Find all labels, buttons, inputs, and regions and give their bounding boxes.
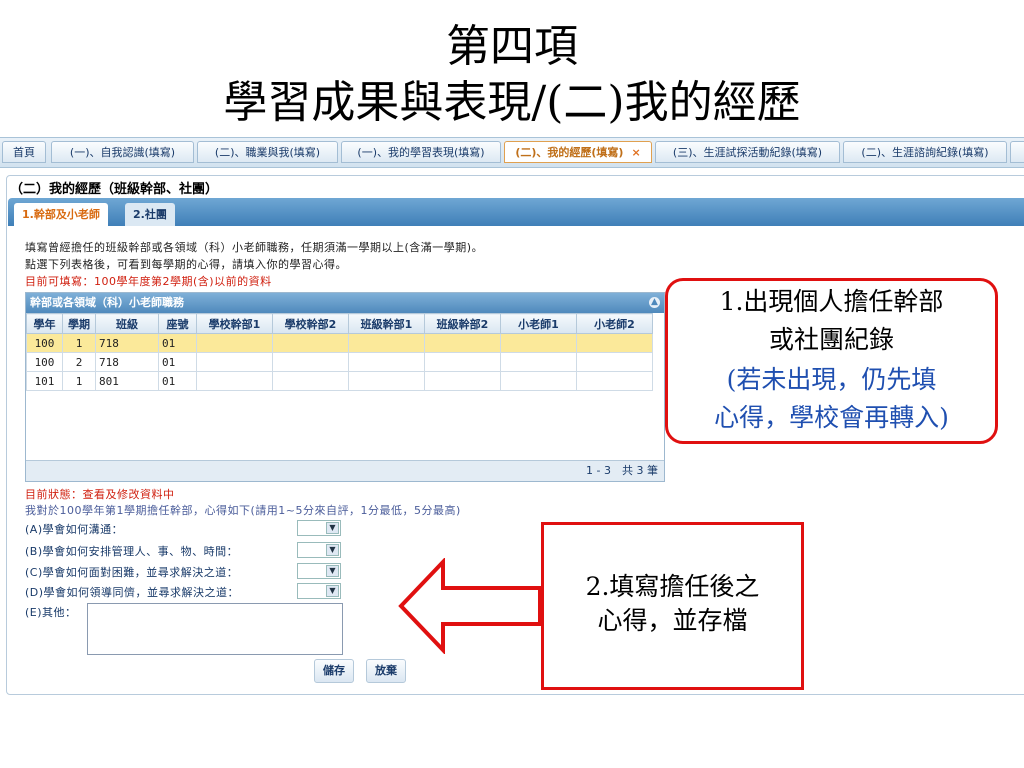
- tab-career-exploration[interactable]: (三)、生涯試探活動紀錄(填寫): [655, 141, 840, 163]
- callout-fill-save: 2.填寫擔任後之 心得，並存檔: [541, 522, 804, 690]
- cell: [424, 352, 501, 372]
- col-header[interactable]: 學期: [62, 313, 96, 334]
- save-button[interactable]: 儲存: [314, 659, 354, 683]
- cell: [424, 371, 501, 391]
- question-d-select[interactable]: ▼: [297, 583, 341, 599]
- cell: [576, 371, 653, 391]
- grid-caption-text: 幹部或各領域（科）小老師職務: [30, 296, 184, 309]
- form-intro: 我對於100學年第1學期擔任幹部，心得如下(請用1~5分來自評，1分最低，5分最…: [25, 504, 461, 517]
- question-d-label: (D)學會如何領導同儕，並尋求解決之道：: [25, 586, 240, 599]
- slide-title-line2: 學習成果與表現/(二)我的經歷: [223, 77, 801, 128]
- cell: 1: [62, 333, 96, 353]
- cell: [348, 352, 425, 372]
- question-b-select[interactable]: ▼: [297, 542, 341, 558]
- question-b-label: (B)學會如何安排管理人、事、物、時間：: [25, 545, 239, 558]
- other-label: (E)其他：: [25, 606, 77, 619]
- cell: [576, 352, 653, 372]
- col-header[interactable]: 學校幹部1: [196, 313, 273, 334]
- callout2-line1: 2.填寫擔任後之: [585, 572, 760, 601]
- cell: [348, 371, 425, 391]
- col-header[interactable]: 學校幹部2: [272, 313, 349, 334]
- cell: 2: [62, 352, 96, 372]
- cell: 101: [26, 371, 63, 391]
- section-title: （二）我的經歷（班級幹部、社團）: [10, 182, 219, 197]
- cell: [272, 371, 349, 391]
- cell: [196, 352, 273, 372]
- tab-my-experience[interactable]: (二)、我的經歷(填寫) ×: [504, 141, 652, 163]
- instruction-line1: 填寫曾經擔任的班級幹部或各領域（科）小老師職務，任期須滿一學期以上(含滿一學期)…: [25, 241, 484, 254]
- col-header[interactable]: 小老師1: [500, 313, 577, 334]
- tab-career-and-me[interactable]: (二)、職業與我(填寫): [197, 141, 338, 163]
- pager-text: 1 - 3 共 3 筆: [586, 464, 658, 477]
- chevron-down-icon[interactable]: ▼: [326, 544, 339, 556]
- col-header[interactable]: 學年: [26, 313, 63, 334]
- collapse-icon[interactable]: ▲: [649, 297, 660, 308]
- callout1-line3: (若未出現，仍先填: [726, 365, 937, 394]
- chevron-down-icon[interactable]: ▼: [326, 585, 339, 597]
- cell: [424, 333, 501, 353]
- question-c-label: (C)學會如何面對困難，並尋求解決之道：: [25, 566, 239, 579]
- cell: 801: [95, 371, 159, 391]
- question-c-select[interactable]: ▼: [297, 563, 341, 579]
- cell: [500, 333, 577, 353]
- slide-title-line1: 第四項: [446, 21, 578, 72]
- cell: [576, 333, 653, 353]
- grid-caption: 幹部或各領域（科）小老師職務 ▲: [26, 293, 664, 313]
- cadre-grid: 幹部或各領域（科）小老師職務 ▲ 學年 學期 班級 座號 學校幹部1 學校幹部2…: [25, 292, 665, 482]
- callout-record: 1.出現個人擔任幹部 或社團紀錄 (若未出現，仍先填 心得，學校會再轉入): [665, 278, 998, 444]
- grid-pager: 1 - 3 共 3 筆: [26, 460, 664, 481]
- col-header[interactable]: 小老師2: [576, 313, 653, 334]
- cell: 718: [95, 333, 159, 353]
- chevron-down-icon[interactable]: ▼: [326, 565, 339, 577]
- subtab-cadre[interactable]: 1.幹部及小老師: [14, 203, 108, 226]
- tab-home[interactable]: 首頁: [2, 141, 46, 163]
- col-header[interactable]: 班級幹部2: [424, 313, 501, 334]
- question-a-label: (A)學會如何溝通：: [25, 523, 124, 536]
- table-row[interactable]: 101 1 801 01: [26, 371, 653, 391]
- grid-header-row: 學年 學期 班級 座號 學校幹部1 學校幹部2 班級幹部1 班級幹部2 小老師1…: [26, 313, 653, 334]
- chevron-down-icon[interactable]: ▼: [326, 522, 339, 534]
- cell: [500, 352, 577, 372]
- cell: 1: [62, 371, 96, 391]
- cell: [196, 371, 273, 391]
- tab-career-counseling[interactable]: (二)、生涯諮詢紀錄(填寫): [843, 141, 1007, 163]
- cell: [272, 333, 349, 353]
- cell: [500, 371, 577, 391]
- callout2-line2: 心得，並存檔: [597, 606, 748, 635]
- table-row[interactable]: 100 1 718 01: [26, 333, 653, 353]
- subtab-club[interactable]: 2.社團: [125, 203, 175, 226]
- cell: 100: [26, 333, 63, 353]
- callout1-line1: 1.出現個人擔任幹部: [719, 287, 944, 316]
- callout1-line2: 或社團紀錄: [768, 325, 894, 354]
- instruction-line3: 目前可填寫：100學年度第2學期(含)以前的資料: [25, 275, 272, 288]
- cell: [348, 333, 425, 353]
- tab-learning-performance[interactable]: (一)、我的學習表現(填寫): [341, 141, 501, 163]
- other-textarea[interactable]: [87, 603, 343, 655]
- callout1-line4: 心得，學校會再轉入): [714, 403, 949, 432]
- close-icon[interactable]: ×: [631, 146, 640, 159]
- cell: 01: [158, 333, 197, 353]
- cancel-button[interactable]: 放棄: [366, 659, 406, 683]
- table-row[interactable]: 100 2 718 01: [26, 352, 653, 372]
- col-header[interactable]: 班級幹部1: [348, 313, 425, 334]
- col-header[interactable]: 座號: [158, 313, 197, 334]
- subtab-bar: 1.幹部及小老師 2.社團: [8, 198, 1024, 226]
- tab-overflow[interactable]: [1010, 141, 1024, 163]
- left-arrow-icon: [398, 558, 542, 654]
- cell: 01: [158, 352, 197, 372]
- grid-table: 學年 學期 班級 座號 學校幹部1 學校幹部2 班級幹部1 班級幹部2 小老師1…: [26, 313, 653, 391]
- tab-my-experience-label: (二)、我的經歷(填寫): [515, 146, 624, 159]
- cell: [196, 333, 273, 353]
- col-header[interactable]: 班級: [95, 313, 159, 334]
- cell: 718: [95, 352, 159, 372]
- status-text: 目前狀態：查看及修改資料中: [25, 488, 175, 501]
- tab-bar: 首頁 (一)、自我認識(填寫) (二)、職業與我(填寫) (一)、我的學習表現(…: [0, 137, 1024, 168]
- cell: 01: [158, 371, 197, 391]
- cell: [272, 352, 349, 372]
- instruction-line2: 點選下列表格後，可看到每學期的心得，請填入你的學習心得。: [25, 258, 347, 271]
- question-a-select[interactable]: ▼: [297, 520, 341, 536]
- tab-self-awareness[interactable]: (一)、自我認識(填寫): [51, 141, 194, 163]
- cell: 100: [26, 352, 63, 372]
